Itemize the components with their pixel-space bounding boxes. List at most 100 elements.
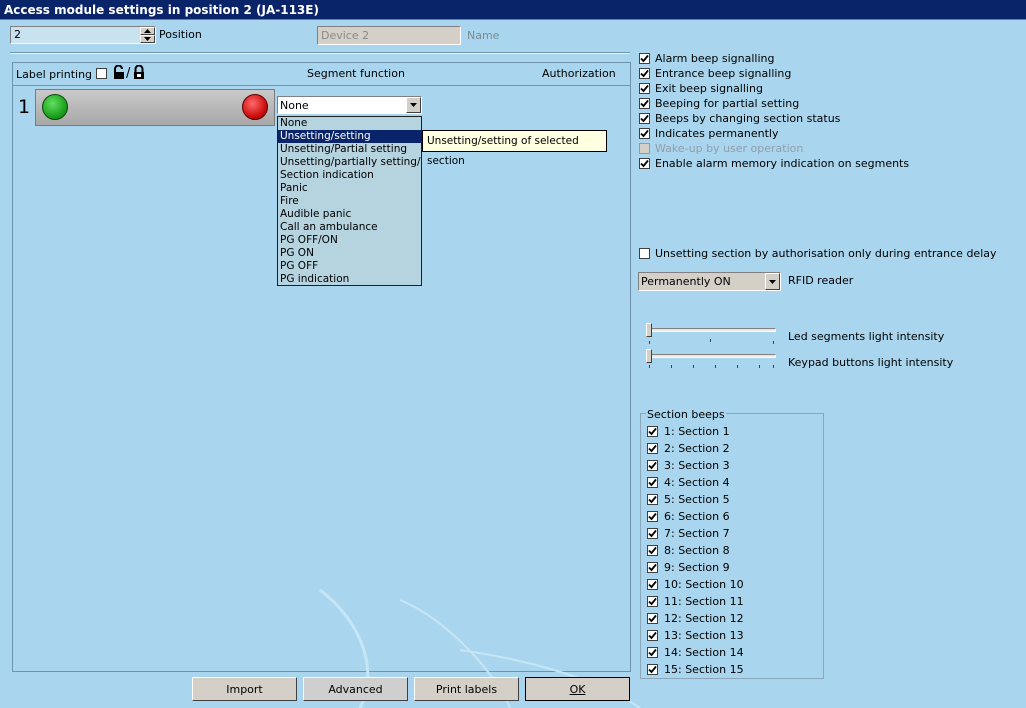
section-beep-checkbox[interactable] xyxy=(647,477,658,488)
slider-tick xyxy=(671,365,672,368)
print-labels-button[interactable]: Print labels xyxy=(414,677,519,701)
dropdown-option[interactable]: PG ON xyxy=(278,247,421,260)
segment-row-number: 1 xyxy=(18,96,31,118)
section-beep-checkbox[interactable] xyxy=(647,545,658,556)
option-checkbox[interactable] xyxy=(639,158,650,169)
rfid-value: Permanently ON xyxy=(641,275,731,288)
window-title: Access module settings in position 2 (JA… xyxy=(0,0,1026,20)
dropdown-option[interactable]: None xyxy=(278,117,421,130)
checkmark-icon xyxy=(648,529,657,538)
dropdown-option[interactable]: Fire xyxy=(278,195,421,208)
option-checkbox[interactable] xyxy=(639,68,650,79)
option-checkbox[interactable] xyxy=(639,83,650,94)
dropdown-option[interactable]: PG OFF xyxy=(278,260,421,273)
top-divider-highlight xyxy=(10,53,630,54)
position-spinner[interactable]: 2 xyxy=(10,26,156,44)
unsetting-entrance-delay-checkbox[interactable] xyxy=(639,248,650,259)
dropdown-option[interactable]: Audible panic xyxy=(278,208,421,221)
green-led-icon[interactable] xyxy=(42,94,68,120)
option-checkbox[interactable] xyxy=(639,53,650,64)
name-field[interactable]: Device 2 xyxy=(317,26,461,45)
rfid-dropdown-button[interactable] xyxy=(765,273,780,290)
section-beep-checkbox[interactable] xyxy=(647,443,658,454)
slider-tick xyxy=(649,365,650,368)
option-checkbox[interactable] xyxy=(639,143,650,154)
section-beep-checkbox[interactable] xyxy=(647,664,658,675)
keypad-intensity-label: Keypad buttons light intensity xyxy=(788,356,954,369)
ok-button[interactable]: OK xyxy=(525,677,630,701)
slider-tick xyxy=(649,341,650,344)
checkmark-icon xyxy=(648,597,657,606)
section-beep-label: 5: Section 5 xyxy=(664,493,730,506)
section-beep-checkbox[interactable] xyxy=(647,494,658,505)
authorization-header: Authorization xyxy=(542,67,616,80)
checkmark-icon xyxy=(648,546,657,555)
option-label: Indicates permanently xyxy=(655,127,779,140)
section-beep-label: 7: Section 7 xyxy=(664,527,730,540)
section-beep-label: 14: Section 14 xyxy=(664,646,744,659)
name-label: Name xyxy=(467,29,500,42)
rfid-select[interactable]: Permanently ON xyxy=(638,272,781,291)
led-intensity-track[interactable] xyxy=(648,328,776,332)
dropdown-option[interactable]: Call an ambulance xyxy=(278,221,421,234)
checkmark-icon xyxy=(640,114,649,123)
arrow-down-icon xyxy=(144,37,151,41)
section-beep-checkbox[interactable] xyxy=(647,426,658,437)
segment-function-dropdown-button[interactable] xyxy=(406,97,421,113)
checkmark-icon xyxy=(648,631,657,640)
keypad-intensity-slider[interactable] xyxy=(646,349,652,363)
dropdown-option[interactable]: Unsetting/Partial setting xyxy=(278,143,421,156)
segment-function-dropdown-list: None Unsetting/setting Unsetting/Partial s… xyxy=(277,116,422,286)
section-beep-checkbox[interactable] xyxy=(647,647,658,658)
option-checkbox[interactable] xyxy=(639,98,650,109)
section-beep-checkbox[interactable] xyxy=(647,528,658,539)
section-beep-checkbox[interactable] xyxy=(647,579,658,590)
slider-tick xyxy=(773,365,774,368)
segment-header-divider xyxy=(13,85,630,86)
dropdown-option[interactable]: Section indication xyxy=(278,169,421,182)
dropdown-option[interactable]: Unsetting/setting xyxy=(278,130,421,143)
section-beep-label: 6: Section 6 xyxy=(664,510,730,523)
checkmark-icon xyxy=(648,444,657,453)
section-beep-checkbox[interactable] xyxy=(647,596,658,607)
position-value: 2 xyxy=(14,28,21,41)
section-beep-checkbox[interactable] xyxy=(647,613,658,624)
checkmark-icon xyxy=(648,461,657,470)
label-printing-checkbox[interactable] xyxy=(96,68,107,79)
segment-preview[interactable] xyxy=(35,89,275,126)
dropdown-option[interactable]: Panic xyxy=(278,182,421,195)
spinner-down-button[interactable] xyxy=(140,35,155,43)
section-beep-checkbox[interactable] xyxy=(647,460,658,471)
name-value: Device 2 xyxy=(321,29,370,42)
dropdown-option[interactable]: PG indication xyxy=(278,273,421,286)
option-checkbox[interactable] xyxy=(639,113,650,124)
slider-tick xyxy=(693,365,694,368)
dropdown-option[interactable]: Unsetting/partially setting/setting xyxy=(278,156,421,169)
rfid-label: RFID reader xyxy=(788,274,854,287)
label-printing-header: Label printing xyxy=(16,68,93,81)
checkmark-icon xyxy=(648,563,657,572)
section-beep-label: 1: Section 1 xyxy=(664,425,730,438)
locked-icon xyxy=(134,65,144,79)
checkmark-icon xyxy=(648,580,657,589)
import-button[interactable]: Import xyxy=(192,677,297,701)
section-beep-checkbox[interactable] xyxy=(647,630,658,641)
checkmark-icon xyxy=(640,159,649,168)
section-beep-label: 10: Section 10 xyxy=(664,578,744,591)
segment-function-select[interactable]: None xyxy=(277,96,422,114)
option-label: Wake-up by user operation xyxy=(655,142,804,155)
led-intensity-slider[interactable] xyxy=(646,323,652,337)
unlocked-icon xyxy=(114,65,124,79)
spinner-up-button[interactable] xyxy=(140,27,155,35)
section-beep-label: 13: Section 13 xyxy=(664,629,744,642)
checkmark-icon xyxy=(640,69,649,78)
section-beep-checkbox[interactable] xyxy=(647,562,658,573)
option-label: Beeping for partial setting xyxy=(655,97,800,110)
option-checkbox[interactable] xyxy=(639,128,650,139)
advanced-button[interactable]: Advanced xyxy=(303,677,408,701)
section-beep-checkbox[interactable] xyxy=(647,511,658,522)
option-label: Enable alarm memory indication on segmen… xyxy=(655,157,910,170)
red-led-icon[interactable] xyxy=(242,94,268,120)
dropdown-option[interactable]: PG OFF/ON xyxy=(278,234,421,247)
keypad-intensity-track[interactable] xyxy=(648,354,776,358)
